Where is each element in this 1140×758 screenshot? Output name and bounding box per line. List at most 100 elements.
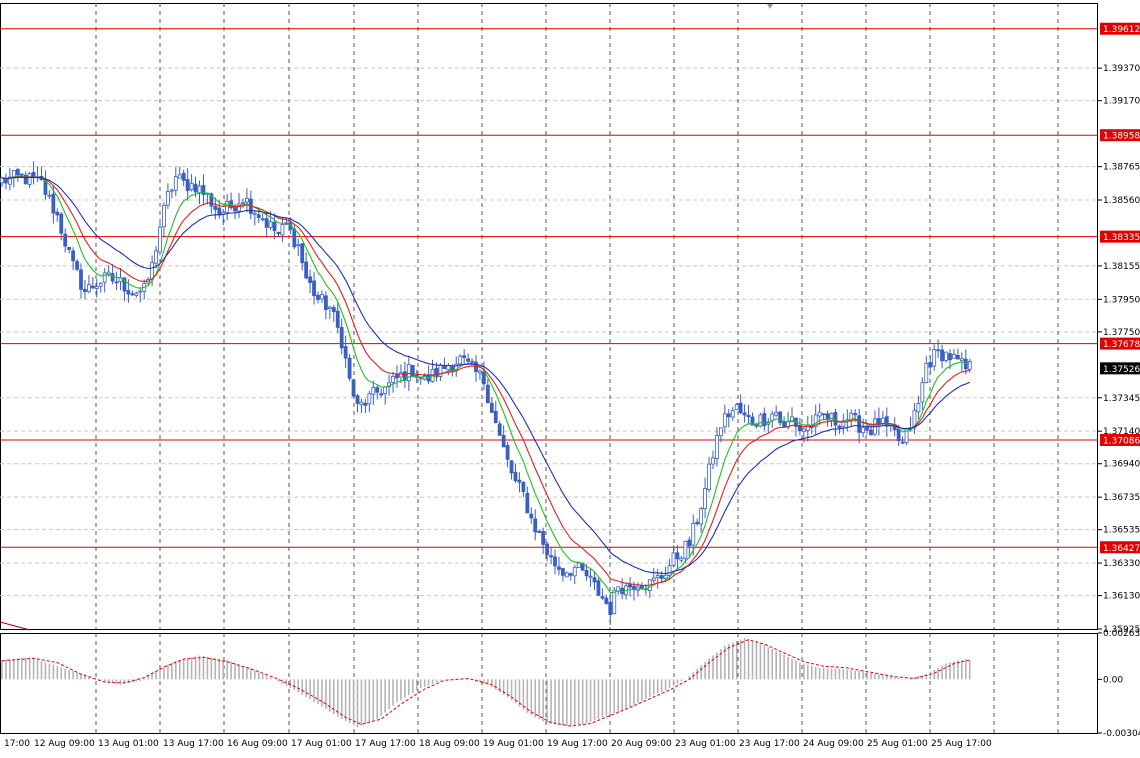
candle-body	[730, 410, 735, 418]
candle-body	[509, 460, 514, 474]
candle-body	[517, 479, 522, 483]
candle-body	[561, 568, 565, 576]
price-panel	[0, 0, 1140, 754]
candle-body	[853, 413, 858, 416]
price-axis-label: 1.36535	[1103, 526, 1140, 536]
candle-body	[572, 566, 577, 577]
candle-body	[774, 411, 779, 416]
candle-body	[655, 575, 660, 579]
candle-body	[604, 597, 609, 604]
candle-body	[383, 386, 388, 395]
candle-body	[260, 218, 265, 221]
candle-body	[545, 543, 549, 555]
candle-body	[106, 271, 111, 275]
candle-body	[896, 428, 901, 442]
candle-body	[738, 402, 743, 414]
candle-body	[829, 413, 834, 421]
candle-body	[533, 518, 538, 533]
candle-body	[703, 488, 707, 509]
candle-body	[165, 191, 170, 206]
level-label: 1.37678	[1103, 340, 1140, 350]
candle-body	[782, 421, 786, 427]
candle-body	[726, 413, 731, 418]
candle-body	[363, 402, 368, 406]
time-axis-label: 24 Aug 09:00	[803, 739, 864, 749]
time-axis-label: 17 Aug 01:00	[291, 739, 352, 749]
candle-body	[312, 280, 316, 297]
candle-body	[746, 414, 751, 418]
candle-body	[758, 414, 763, 427]
candle-body	[169, 189, 174, 192]
candle-body	[485, 384, 490, 404]
time-axis-label: 18 Aug 09:00	[419, 739, 480, 749]
candle-body	[861, 427, 865, 434]
candle-body	[339, 326, 344, 349]
candle-body	[711, 457, 715, 465]
level-label: 1.39612	[1103, 25, 1140, 35]
price-axis-label: 1.37750	[1103, 328, 1140, 338]
time-axis-label: 25 Aug 17:00	[931, 739, 992, 749]
candle-body	[722, 413, 727, 428]
osc-axis-label: 0.00	[1103, 675, 1123, 685]
candle-body	[576, 562, 581, 569]
candle-body	[335, 310, 340, 328]
candle-body	[276, 231, 281, 234]
candle-body	[549, 555, 553, 558]
candle-body	[521, 482, 526, 493]
candle-body	[189, 182, 194, 191]
candle-body	[691, 523, 696, 546]
candle-body	[63, 233, 68, 247]
candle-body	[134, 292, 139, 296]
candle-body	[489, 402, 494, 413]
candle-body	[418, 377, 423, 380]
candle-body	[525, 492, 530, 514]
candle-body	[707, 463, 711, 491]
chart-background	[0, 0, 1140, 754]
candle-body	[126, 290, 131, 295]
candle-body	[959, 358, 964, 362]
candle-body	[154, 250, 158, 264]
candle-body	[296, 244, 301, 247]
time-axis-label: 23 Aug 17:00	[739, 739, 800, 749]
candle-body	[869, 429, 873, 436]
candle-body	[367, 393, 372, 405]
candle-body	[928, 362, 933, 368]
candle-body	[23, 174, 28, 185]
time-axis-label: 23 Aug 01:00	[675, 739, 736, 749]
candle-body	[778, 411, 783, 424]
price-axis-label: 1.38765	[1103, 163, 1140, 173]
candle-body	[252, 212, 257, 215]
candle-body	[683, 540, 688, 559]
candle-body	[470, 360, 474, 363]
trading-chart[interactable]: 17:00 12 Aug 09:00 13 Aug 01:00 13 Aug 17:0…	[0, 0, 1140, 754]
candle-body	[217, 207, 222, 216]
level-label: 1.36427	[1103, 544, 1140, 554]
price-axis-label: 1.36735	[1103, 493, 1140, 503]
candle-body	[173, 176, 178, 191]
candle-body	[399, 372, 403, 378]
candle-body	[584, 569, 589, 577]
candle-body	[493, 410, 498, 423]
time-axis-label: 25 Aug 01:00	[867, 739, 928, 749]
candle-body	[47, 194, 52, 197]
candle-body	[67, 246, 72, 250]
candle-body	[900, 441, 905, 444]
candle-body	[592, 577, 597, 583]
candle-body	[213, 205, 218, 210]
candle-body	[940, 349, 944, 362]
candle-body	[588, 575, 593, 578]
candle-body	[715, 435, 719, 459]
candle-body	[244, 197, 249, 203]
candle-body	[15, 168, 20, 176]
candle-body	[628, 583, 632, 588]
candle-body	[857, 415, 862, 433]
candle-body	[564, 572, 569, 578]
candle-body	[659, 575, 664, 579]
candle-body	[308, 276, 313, 283]
time-axis-label: 12 Aug 09:00	[34, 739, 95, 749]
candle-body	[320, 294, 324, 300]
candle-body	[651, 577, 656, 581]
time-axis-label: 13 Aug 01:00	[98, 739, 159, 749]
candle-body	[837, 425, 842, 429]
candle-body	[55, 211, 60, 216]
